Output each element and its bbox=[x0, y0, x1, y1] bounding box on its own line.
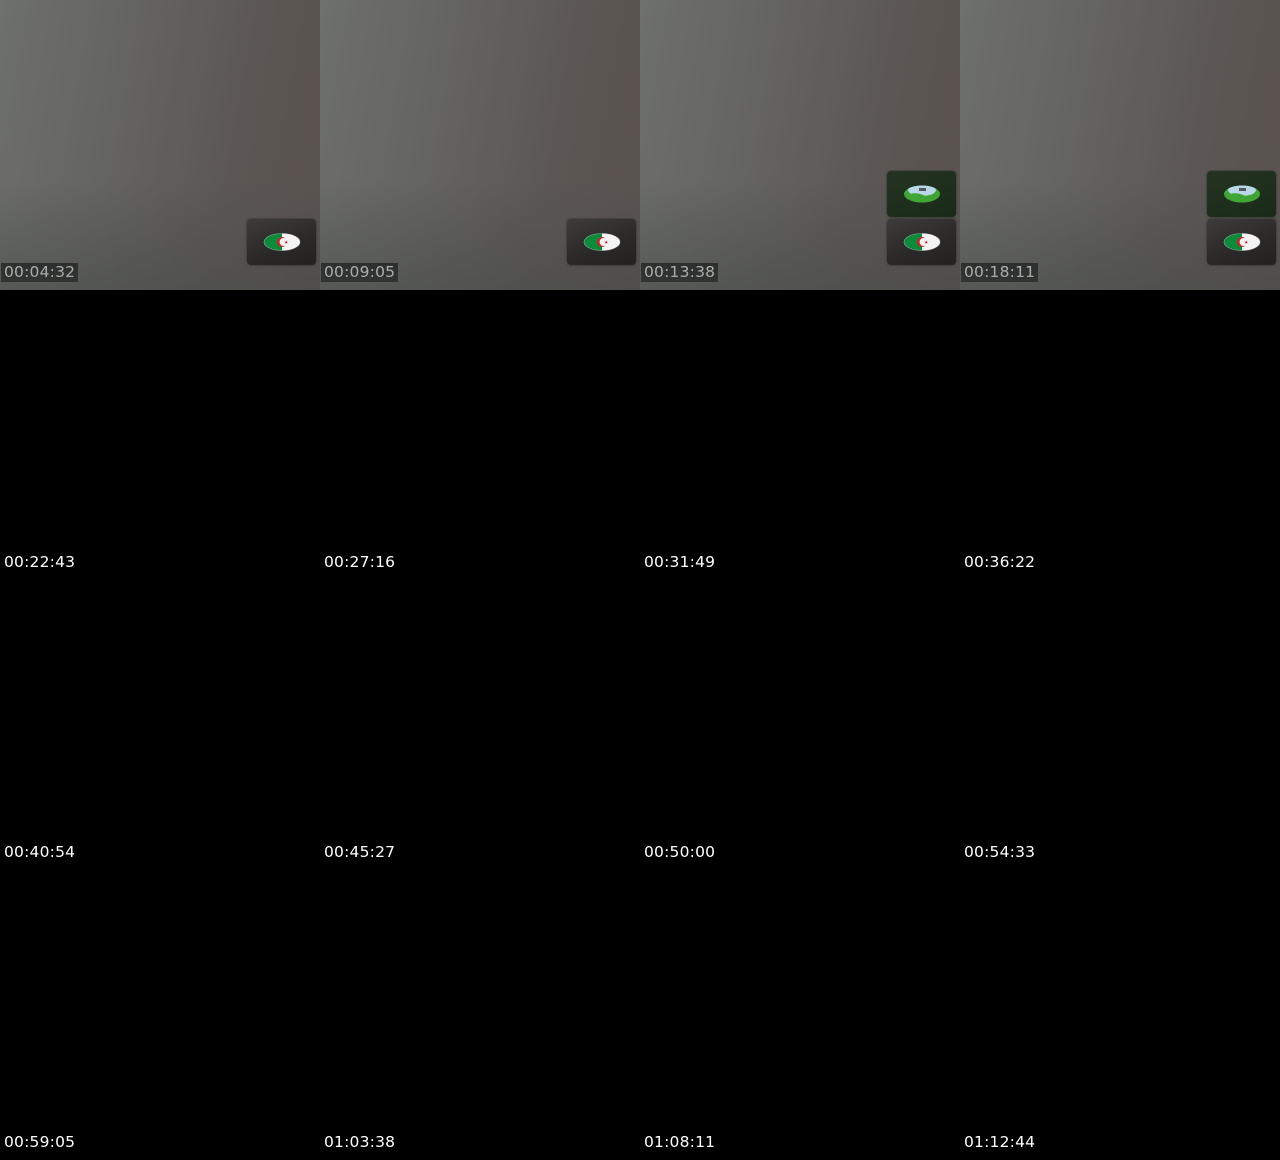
timestamp-label: 00:31:49 bbox=[644, 553, 716, 571]
timestamp-label: 00:59:05 bbox=[4, 1133, 76, 1151]
timestamp-label: 01:03:38 bbox=[324, 1133, 396, 1151]
timestamp-label: 00:13:38 bbox=[641, 263, 719, 282]
timestamp-label: 00:04:32 bbox=[1, 263, 79, 282]
thumbnail-tile[interactable]: 00:18:11 bbox=[960, 0, 1280, 290]
thumbnail-tile[interactable]: 00:13:38 bbox=[640, 0, 960, 290]
thumbnail-tile[interactable]: 01:08:11 bbox=[640, 870, 960, 1160]
flag-icon bbox=[247, 219, 316, 265]
timestamp-label: 00:40:54 bbox=[4, 843, 76, 861]
thumbnail-tile[interactable]: 01:03:38 bbox=[320, 870, 640, 1160]
timestamp-label: 00:54:33 bbox=[964, 843, 1036, 861]
badge-stack bbox=[887, 171, 956, 265]
thumbnail-tile[interactable]: 00:45:27 bbox=[320, 580, 640, 870]
thumbnail-tile[interactable]: 00:36:22 bbox=[960, 290, 1280, 580]
thumbnail-tile[interactable]: 00:59:05 bbox=[0, 870, 320, 1160]
thumbnail-grid: 00:04:32 00:09:05 00:13:38 00:18:11 00:2… bbox=[0, 0, 1280, 1160]
timestamp-label: 00:18:11 bbox=[961, 263, 1039, 282]
thumbnail-tile[interactable]: 00:31:49 bbox=[640, 290, 960, 580]
badge-stack bbox=[567, 219, 636, 265]
landscape-icon bbox=[887, 171, 956, 217]
badge-stack bbox=[247, 219, 316, 265]
thumbnail-tile[interactable]: 00:50:00 bbox=[640, 580, 960, 870]
timestamp-label: 00:09:05 bbox=[321, 263, 399, 282]
timestamp-label: 00:36:22 bbox=[964, 553, 1036, 571]
badge-stack bbox=[1207, 171, 1276, 265]
flag-icon bbox=[887, 219, 956, 265]
thumbnail-tile[interactable]: 00:40:54 bbox=[0, 580, 320, 870]
landscape-icon bbox=[1207, 171, 1276, 217]
timestamp-label: 01:08:11 bbox=[644, 1133, 716, 1151]
thumbnail-tile[interactable]: 00:27:16 bbox=[320, 290, 640, 580]
timestamp-label: 00:50:00 bbox=[644, 843, 716, 861]
thumbnail-tile[interactable]: 00:09:05 bbox=[320, 0, 640, 290]
thumbnail-tile[interactable]: 00:54:33 bbox=[960, 580, 1280, 870]
flag-icon bbox=[567, 219, 636, 265]
timestamp-label: 00:27:16 bbox=[324, 553, 396, 571]
thumbnail-tile[interactable]: 00:04:32 bbox=[0, 0, 320, 290]
thumbnail-tile[interactable]: 01:12:44 bbox=[960, 870, 1280, 1160]
timestamp-label: 00:22:43 bbox=[4, 553, 76, 571]
flag-icon bbox=[1207, 219, 1276, 265]
thumbnail-tile[interactable]: 00:22:43 bbox=[0, 290, 320, 580]
timestamp-label: 01:12:44 bbox=[964, 1133, 1036, 1151]
timestamp-label: 00:45:27 bbox=[324, 843, 396, 861]
